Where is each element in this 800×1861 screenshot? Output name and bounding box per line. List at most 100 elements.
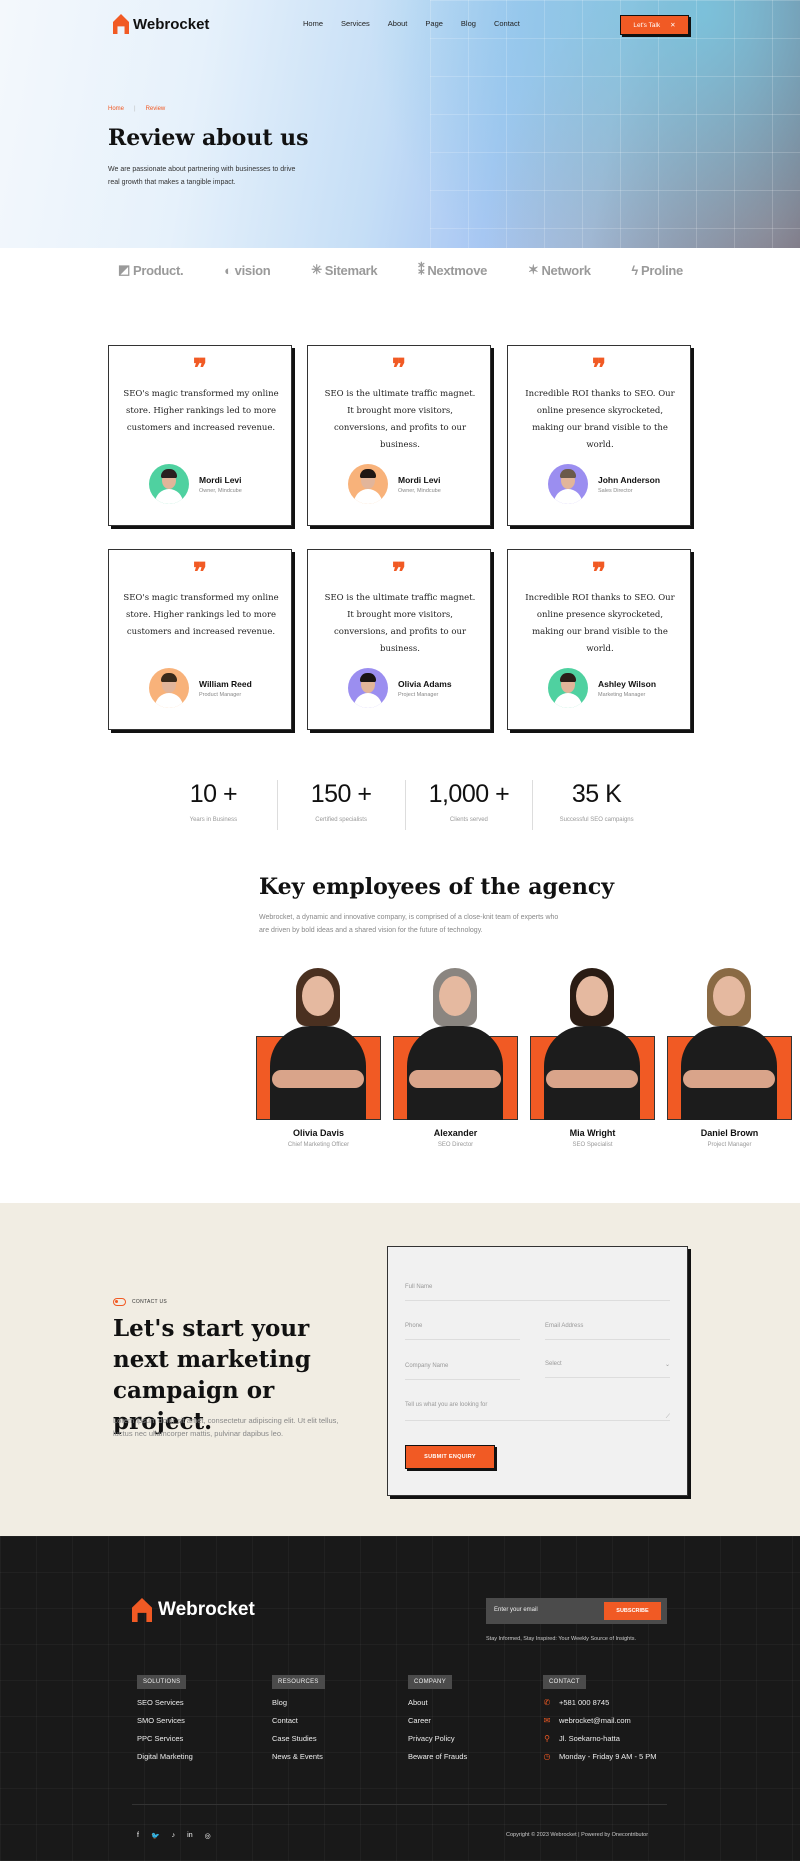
footer-link[interactable]: SEO Services: [137, 1699, 193, 1707]
email-field[interactable]: Email Address: [545, 1323, 670, 1340]
author-role: Project Manager: [398, 691, 439, 698]
nav-home[interactable]: Home: [303, 19, 323, 28]
footer-link[interactable]: Career: [408, 1717, 467, 1725]
footer-contact-item[interactable]: ⚲ Jl. Soekarno-hatta: [543, 1735, 657, 1743]
testimonial-card: ❞ SEO's magic transformed my online store…: [108, 345, 292, 526]
footer-link[interactable]: Beware of Frauds: [408, 1753, 467, 1761]
message-textarea[interactable]: Tell us what you are looking for ⟋: [405, 1402, 670, 1421]
employee-face: [302, 976, 334, 1016]
testimonial-text: Incredible ROI thanks to SEO. Our online…: [525, 389, 675, 450]
testimonial-text: SEO's magic transformed my online store.…: [123, 593, 279, 637]
employee-arms: [409, 1070, 501, 1088]
stat-value: 1,000 +: [428, 780, 510, 808]
testimonial-card: ❞ Incredible ROI thanks to SEO. Our onlin…: [507, 345, 691, 526]
tiktok-icon[interactable]: ♪: [172, 1832, 176, 1840]
close-icon: ✕: [670, 22, 676, 29]
employee-card[interactable]: Alexander SEO Director: [393, 960, 518, 1150]
resize-handle-icon[interactable]: ⟋: [666, 1414, 670, 1421]
linkedin-icon[interactable]: in: [187, 1832, 192, 1840]
employee-role: Project Manager: [707, 1142, 752, 1148]
nav-services[interactable]: Services: [341, 19, 370, 28]
footer-contact-item[interactable]: ✉ webrocket@mail.com: [543, 1717, 657, 1725]
footer-contact-item[interactable]: ✆ +581 000 8745: [543, 1699, 657, 1707]
footer-link[interactable]: Contact: [272, 1717, 325, 1725]
stat-item: 150 + Certified specialists: [278, 780, 406, 830]
footer: Webrocket Enter your email SUBSCRIBE Sta…: [0, 1536, 800, 1861]
footer-contact-item[interactable]: ◷ Monday - Friday 9 AM - 5 PM: [543, 1753, 657, 1761]
employee-arms: [272, 1070, 364, 1088]
hero-grid-decoration: [430, 0, 800, 248]
footer-link[interactable]: Case Studies: [272, 1735, 325, 1743]
mail-icon: ✉: [543, 1716, 551, 1725]
stat-label: Successful SEO campaigns: [559, 817, 634, 823]
phone-icon: ✆: [543, 1698, 551, 1707]
brand-name: Product.: [132, 262, 184, 278]
employee-name: Daniel Brown: [700, 1128, 759, 1138]
employee-card[interactable]: Daniel Brown Project Manager: [667, 960, 792, 1150]
nav-blog[interactable]: Blog: [461, 19, 476, 28]
rocket-logo-icon: [113, 14, 129, 34]
stat-item: 10 + Years in Business: [150, 780, 278, 830]
submit-enquiry-button[interactable]: SUBMIT ENQUIRY: [405, 1445, 495, 1469]
footer-column-heading: SOLUTIONS: [137, 1675, 187, 1689]
employee-name: Olivia Davis: [292, 1128, 345, 1138]
brand-logo: ◩ Product.: [118, 262, 184, 278]
avatar: [548, 464, 588, 504]
author-role: Owner, Mindcube: [398, 487, 441, 494]
employee-name: Alexander: [433, 1128, 478, 1138]
employee-face: [713, 976, 745, 1016]
testimonial-author: Olivia Adams Project Manager: [348, 668, 452, 708]
footer-contact-text: Jl. Soekarno-hatta: [559, 1734, 620, 1743]
logo[interactable]: Webrocket: [113, 14, 209, 34]
employee-card[interactable]: Mia Wright SEO Specialist: [530, 960, 655, 1150]
footer-link[interactable]: News & Events: [272, 1753, 325, 1761]
avatar-hair: [560, 673, 576, 682]
facebook-icon[interactable]: f: [137, 1832, 139, 1840]
full-name-field[interactable]: Full Name: [405, 1284, 670, 1301]
company-name-field[interactable]: Company Name: [405, 1363, 520, 1380]
author-name: Mordi Levi: [199, 474, 242, 485]
employee-photo: [530, 960, 655, 1120]
avatar-hair: [161, 673, 177, 682]
newsletter-email-input[interactable]: Enter your email: [494, 1607, 538, 1613]
footer-link[interactable]: Blog: [272, 1699, 325, 1707]
footer-logo[interactable]: Webrocket: [132, 1598, 255, 1622]
breadcrumb-home[interactable]: Home: [108, 106, 124, 112]
brand-name: Sitemark: [324, 262, 378, 278]
twitter-icon[interactable]: 🐦: [151, 1832, 160, 1840]
full-name-placeholder: Full Name: [405, 1284, 433, 1290]
footer-divider: [132, 1804, 667, 1805]
avatar-body: [155, 693, 183, 708]
employee-photo: [256, 960, 381, 1120]
employee-card[interactable]: Olivia Davis Chief Marketing Officer: [256, 960, 381, 1150]
footer-link[interactable]: About: [408, 1699, 467, 1707]
testimonial-author: William Reed Product Manager: [149, 668, 252, 708]
employee-name: Mia Wright: [569, 1128, 616, 1138]
footer-link[interactable]: Digital Marketing: [137, 1753, 193, 1761]
phone-field[interactable]: Phone: [405, 1323, 520, 1340]
hero-section: Webrocket Home Services About Page Blog …: [0, 0, 800, 248]
author-name: Mordi Levi: [398, 474, 441, 485]
nav-about[interactable]: About: [388, 19, 408, 28]
footer-link[interactable]: Privacy Policy: [408, 1735, 467, 1743]
footer-link[interactable]: PPC Services: [137, 1735, 193, 1743]
footer-link[interactable]: SMO Services: [137, 1717, 193, 1725]
service-select[interactable]: Select ⌄: [545, 1361, 670, 1378]
employee-role: Chief Marketing Officer: [287, 1142, 350, 1148]
lets-talk-button[interactable]: Let's Talk ✕: [620, 15, 689, 35]
subscribe-button[interactable]: SUBSCRIBE: [604, 1602, 661, 1620]
footer-contact-text: Monday - Friday 9 AM - 5 PM: [559, 1752, 657, 1761]
page-title: Review about us: [108, 125, 309, 151]
author-info: Mordi Levi Owner, Mindcube: [398, 475, 441, 494]
contact-section: CONTACT US Let's start your next marketi…: [0, 1203, 800, 1536]
testimonial-card: ❞ Incredible ROI thanks to SEO. Our onlin…: [507, 549, 691, 730]
nav-page[interactable]: Page: [425, 19, 443, 28]
footer-column-company: COMPANY About Career Privacy Policy Beware o…: [408, 1670, 467, 1761]
instagram-icon[interactable]: ◎: [205, 1832, 211, 1840]
enquiry-form: Full Name Phone Email Address Company Na…: [387, 1246, 688, 1496]
testimonial-card: ❞ SEO is the ultimate traffic magnet. It …: [307, 345, 491, 526]
employee-photo: [393, 960, 518, 1120]
nextmove-logo-icon: ⁑: [418, 262, 425, 277]
author-role: Product Manager: [199, 691, 242, 698]
nav-contact[interactable]: Contact: [494, 19, 520, 28]
